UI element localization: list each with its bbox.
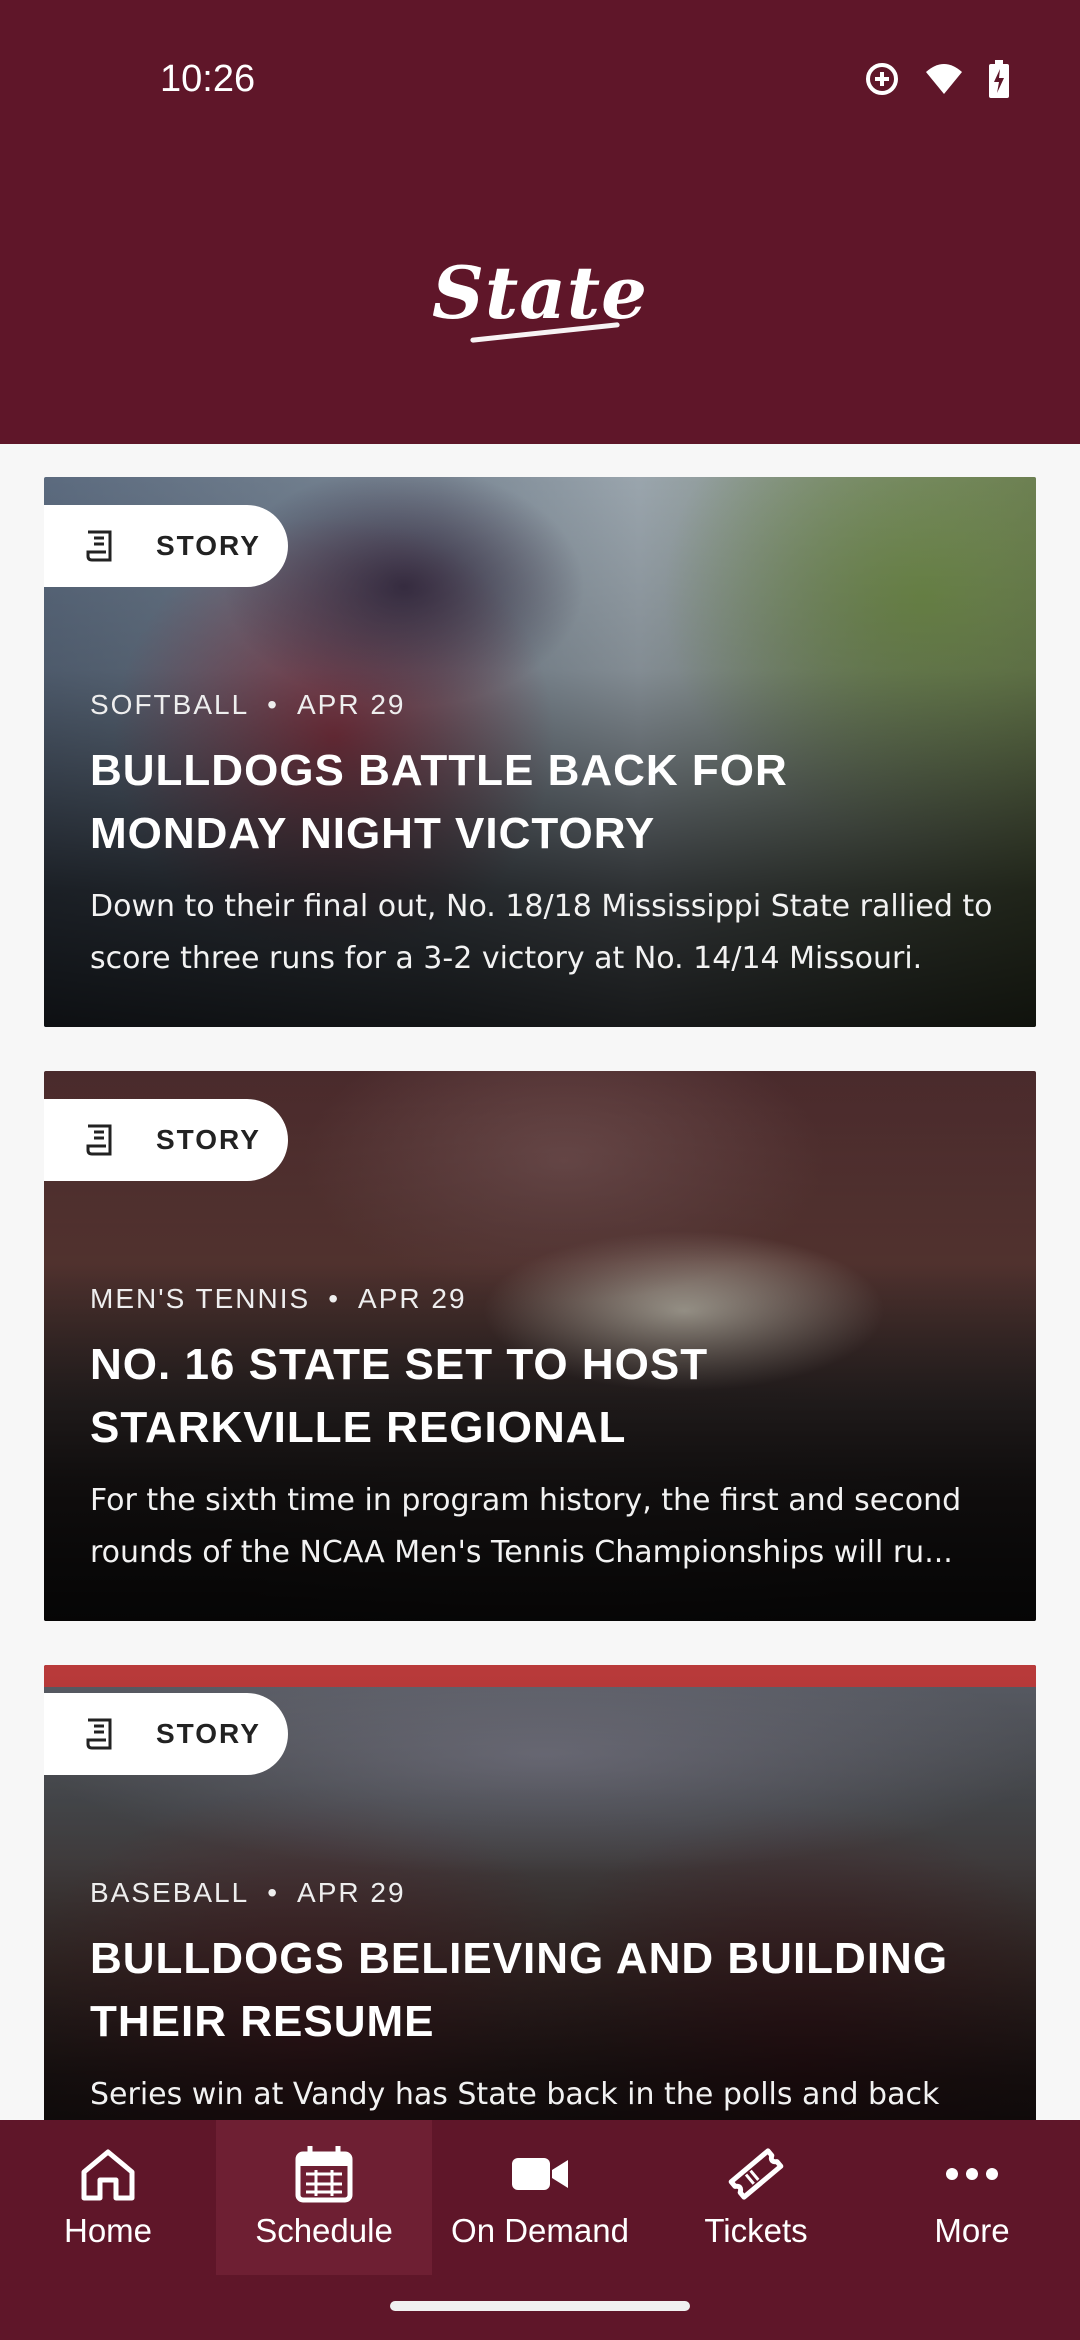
story-tag: STORY <box>44 505 288 587</box>
story-card[interactable]: STORY MEN'S TENNIS • APR 29 NO. 16 STATE S… <box>44 1071 1036 1621</box>
story-description: Down to their final out, No. 18/18 Missi… <box>90 889 993 976</box>
app-header: 10:26 State <box>0 0 1080 444</box>
story-meta: MEN'S TENNIS • APR 29 <box>90 1283 467 1314</box>
more-dots-icon <box>946 2168 998 2180</box>
story-tag: STORY <box>44 1099 288 1181</box>
story-date: APR 29 <box>358 1283 467 1314</box>
story-sport: MEN'S TENNIS <box>90 1283 311 1314</box>
status-time: 10:26 <box>160 58 256 100</box>
video-camera-icon <box>512 2158 568 2190</box>
story-description: For the sixth time in program history, t… <box>90 1483 962 1570</box>
ticket-icon <box>728 2148 784 2200</box>
home-indicator[interactable] <box>390 2301 690 2311</box>
story-card[interactable]: STORY SOFTBALL • APR 29 BULLDOGS BATTLE BA… <box>44 477 1036 1027</box>
battery-charging-icon <box>989 60 1009 98</box>
story-sport: SOFTBALL <box>90 689 250 720</box>
story-scroll-icon <box>86 1124 112 1156</box>
story-date: APR 29 <box>296 689 406 720</box>
calendar-icon <box>295 2146 353 2203</box>
status-bar: 10:26 <box>0 0 1080 140</box>
story-sport: BASEBALL <box>90 1877 250 1908</box>
tab-schedule[interactable]: Schedule <box>216 2120 432 2275</box>
story-title: BULLDOGS BATTLE BACK FOR MONDAY NIGHT VI… <box>90 746 788 858</box>
home-icon <box>81 2149 135 2201</box>
tab-tickets[interactable]: Tickets <box>648 2120 864 2275</box>
story-scroll-icon <box>86 530 112 562</box>
story-feed[interactable]: STORY SOFTBALL • APR 29 BULLDOGS BATTLE BA… <box>0 444 1080 2120</box>
story-date: APR 29 <box>297 1877 406 1908</box>
data-saver-icon <box>866 63 898 95</box>
status-icons <box>864 60 1010 98</box>
story-meta: SOFTBALL • APR 29 <box>90 689 406 720</box>
story-title: NO. 16 STATE SET TO HOST STARKVILLE REGI… <box>90 1340 709 1452</box>
story-meta: BASEBALL • APR 29 <box>90 1877 406 1908</box>
tab-more[interactable]: More <box>864 2120 1080 2275</box>
wifi-icon <box>926 64 962 94</box>
story-title: BULLDOGS BELIEVING AND BUILDING THEIR RE… <box>90 1934 949 2046</box>
story-tag: STORY <box>44 1693 288 1775</box>
tab-home[interactable]: Home <box>0 2120 216 2275</box>
story-scroll-icon <box>86 1718 112 1750</box>
tab-on-demand[interactable]: On Demand <box>432 2120 648 2275</box>
story-card[interactable]: STORY BASEBALL • APR 29 BULLDOGS BELIEVING… <box>44 1665 1036 2120</box>
state-logo: State <box>432 250 648 335</box>
story-description: Series win at Vandy has State back in th… <box>90 2077 940 2112</box>
bottom-tab-bar: Home Schedule On Demand Tickets More <box>0 2120 1080 2275</box>
